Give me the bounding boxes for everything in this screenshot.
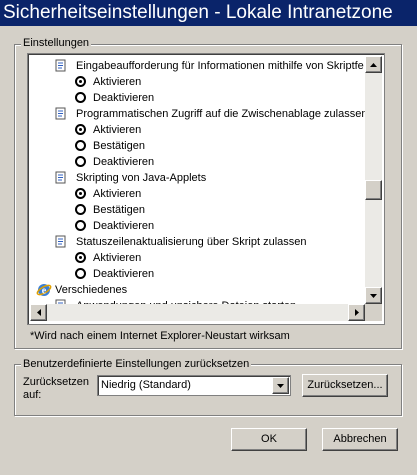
settings-tree[interactable]: Eingabeaufforderung für Informationen mi… (27, 53, 385, 325)
dropdown-button[interactable] (272, 377, 289, 394)
item-label: Statuszeilenaktualisierung über Skript z… (76, 236, 307, 248)
item-label: Deaktivieren (93, 156, 155, 168)
reset-to-label-line2: auf: (23, 389, 42, 401)
item-label: Deaktivieren (93, 92, 155, 104)
scroll-right-arrow-icon (354, 309, 359, 316)
item-label: Deaktivieren (93, 268, 155, 280)
radio-unchecked[interactable] (75, 92, 86, 103)
scrollbar-corner (365, 304, 382, 321)
item-label: Eingabeaufforderung für Informationen mi… (76, 60, 364, 72)
reset-to-label: Zurücksetzen auf: (23, 376, 89, 402)
script-setting-icon (55, 235, 66, 248)
restart-note: *Wird nach einem Internet Explorer-Neust… (30, 330, 290, 342)
settings-tree-content: Eingabeaufforderung für Informationen mi… (30, 56, 365, 304)
security-settings-dialog: Sicherheitseinstellungen - Lokale Intran… (0, 0, 417, 475)
item-label: Skripting von Java-Applets (76, 172, 207, 184)
radio-unchecked[interactable] (75, 220, 86, 231)
scroll-right-button[interactable] (348, 304, 365, 321)
dropdown-arrow-icon (277, 383, 284, 388)
reset-to-label-line1: Zurücksetzen (23, 376, 90, 388)
radio-unchecked[interactable] (75, 156, 86, 167)
radio-checked[interactable] (75, 252, 86, 263)
security-level-value: Niedrig (Standard) (101, 379, 191, 391)
scroll-left-button[interactable] (30, 304, 47, 321)
window-title: Sicherheitseinstellungen - Lokale Intran… (0, 0, 417, 26)
vertical-scrollbar[interactable] (365, 56, 382, 304)
item-label: Bestätigen (93, 140, 145, 152)
item-label: Programmatischen Zugriff auf die Zwische… (76, 108, 365, 120)
vertical-scroll-thumb[interactable] (365, 180, 382, 200)
ok-button[interactable]: OK (231, 428, 307, 451)
item-label: Aktivieren (93, 188, 142, 200)
radio-checked[interactable] (75, 188, 86, 199)
radio-unchecked[interactable] (75, 204, 86, 215)
scroll-up-button[interactable] (365, 56, 382, 73)
item-label: Aktivieren (93, 252, 142, 264)
settings-group-label: Einstellungen (21, 37, 92, 49)
scroll-down-button[interactable] (365, 287, 382, 304)
item-label: Aktivieren (93, 76, 142, 88)
radio-unchecked[interactable] (75, 140, 86, 151)
script-setting-icon (55, 107, 66, 120)
cancel-button[interactable]: Abbrechen (322, 428, 398, 451)
script-setting-icon (55, 59, 66, 72)
reset-group-label: Benutzerdefinierte Einstellungen zurücks… (21, 358, 252, 370)
ie-globe-icon: e (36, 284, 52, 297)
svg-text:e: e (42, 286, 47, 297)
script-setting-icon (55, 171, 66, 184)
item-label: Verschiedenes (55, 284, 128, 296)
scroll-up-arrow-icon (370, 62, 377, 67)
radio-checked[interactable] (75, 76, 86, 87)
item-label: Bestätigen (93, 204, 145, 216)
scroll-down-arrow-icon (370, 293, 377, 298)
security-level-select[interactable]: Niedrig (Standard) (97, 375, 291, 396)
horizontal-scrollbar[interactable] (30, 304, 365, 321)
scroll-left-arrow-icon (36, 309, 41, 316)
item-label: Aktivieren (93, 124, 142, 136)
reset-button[interactable]: Zurücksetzen... (302, 374, 388, 397)
radio-unchecked[interactable] (75, 268, 86, 279)
item-label: Deaktivieren (93, 220, 155, 232)
radio-checked[interactable] (75, 124, 86, 135)
